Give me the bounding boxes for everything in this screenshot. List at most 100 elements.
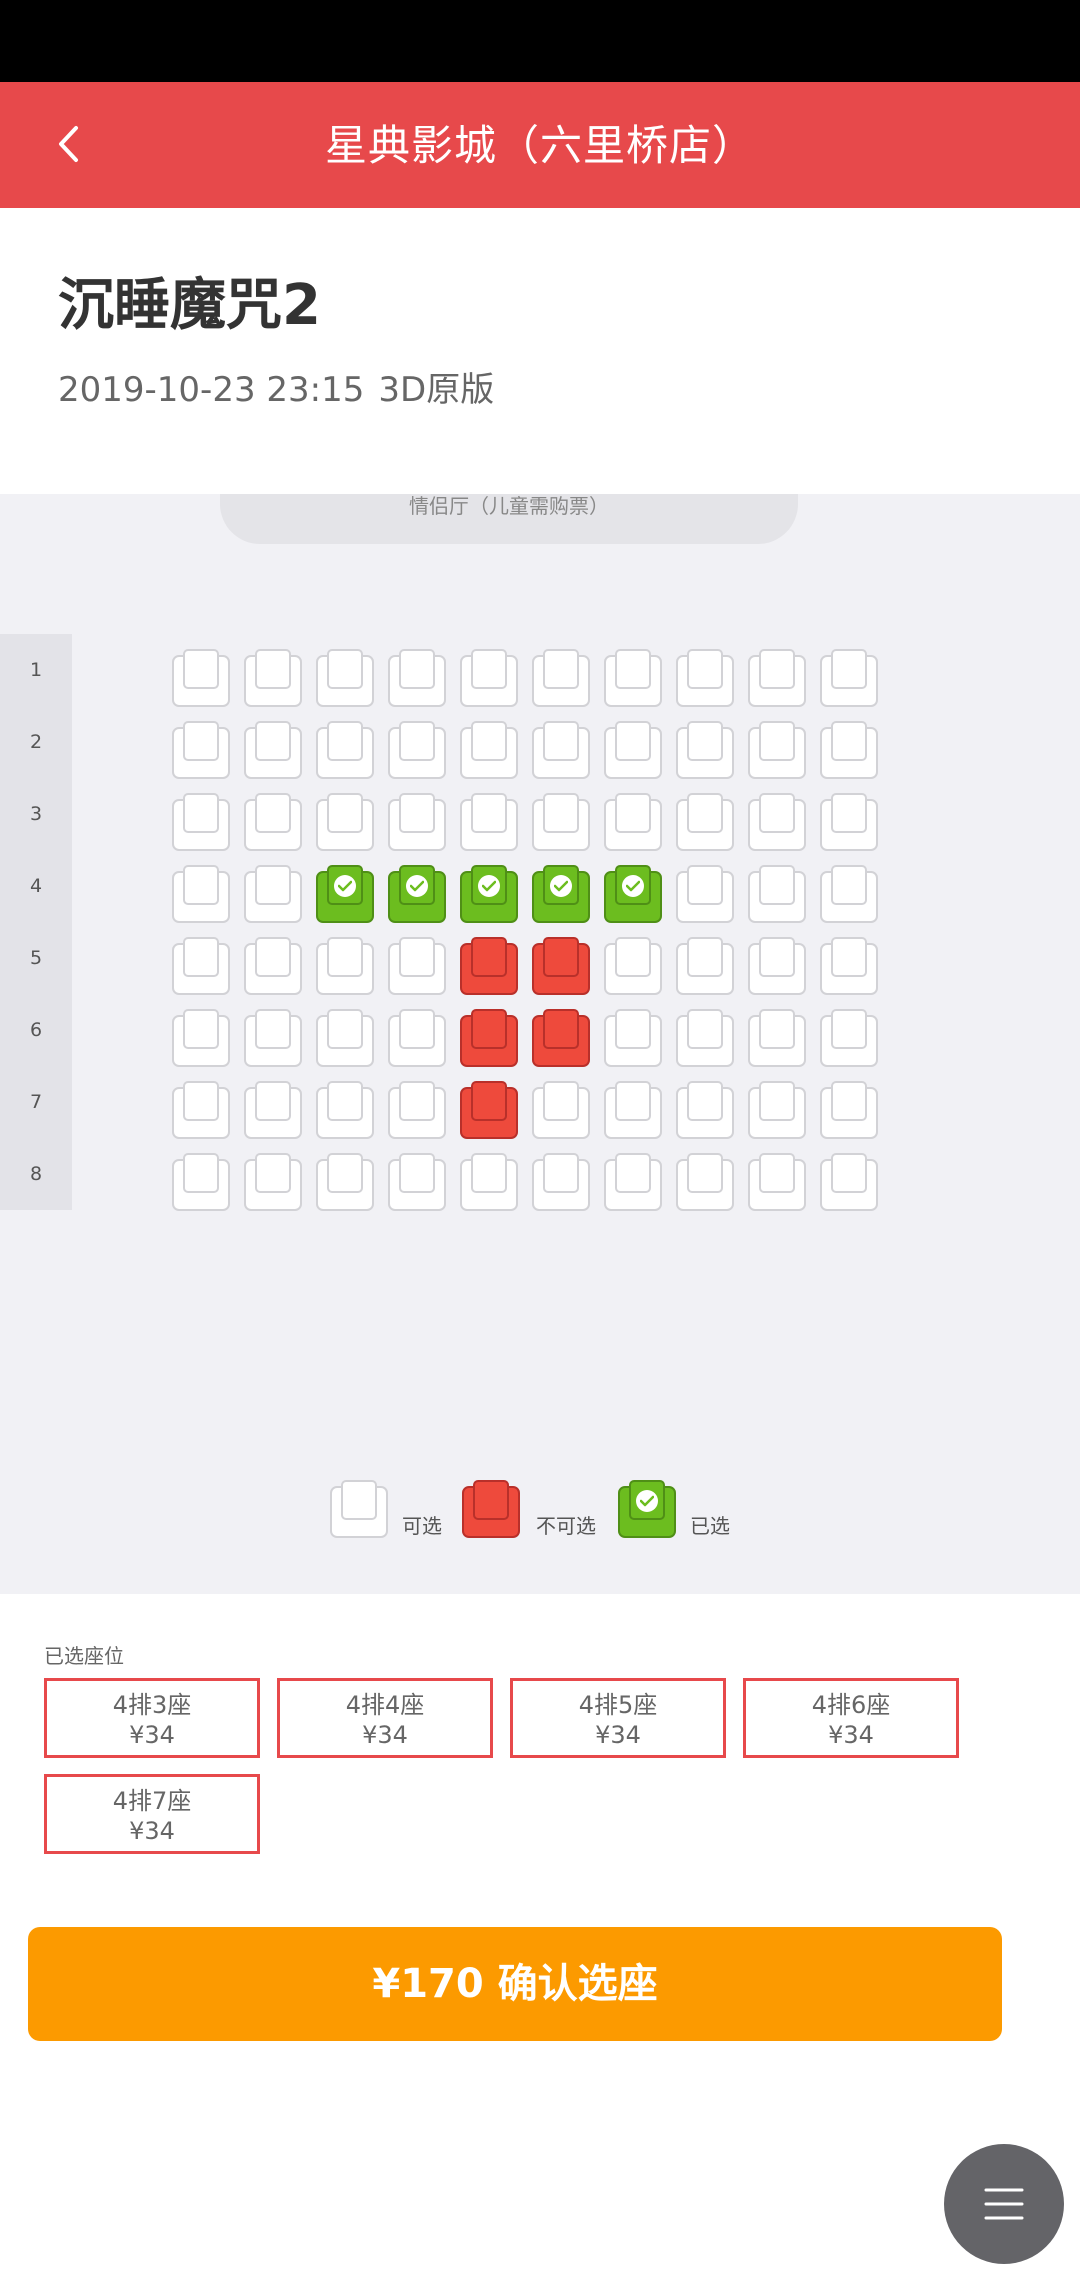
seat-available[interactable]: [316, 649, 374, 707]
seat-available[interactable]: [460, 721, 518, 779]
page-title: 星典影城（六里桥店）: [324, 121, 755, 170]
seat-available[interactable]: [820, 1081, 878, 1139]
seat-available[interactable]: [532, 1153, 590, 1211]
seat-available[interactable]: [244, 1081, 302, 1139]
seat-available[interactable]: [820, 1009, 878, 1067]
seat-available[interactable]: [748, 649, 806, 707]
seat-available[interactable]: [244, 865, 302, 923]
selected-seat-ticket[interactable]: 4排3座 ¥34: [44, 1678, 260, 1758]
seat-available[interactable]: [748, 793, 806, 851]
seat-available[interactable]: [244, 1153, 302, 1211]
ticket-price: ¥34: [129, 1721, 175, 1749]
seat-available[interactable]: [316, 937, 374, 995]
seat-available[interactable]: [460, 649, 518, 707]
seat-available[interactable]: [172, 1009, 230, 1067]
seat-available[interactable]: [676, 1009, 734, 1067]
seat-available[interactable]: [748, 1153, 806, 1211]
seat-sold: [532, 1009, 590, 1067]
seat-available[interactable]: [604, 793, 662, 851]
seat-available[interactable]: [388, 793, 446, 851]
row-number: 8: [29, 1163, 43, 1185]
selected-seats-panel: 已选座位 4排3座 ¥34 4排4座 ¥34 4排5座 ¥34 4排6座 ¥34 4排7座 ¥34: [0, 1594, 1080, 1894]
seat-selected[interactable]: [532, 865, 590, 923]
seat-available[interactable]: [820, 649, 878, 707]
seat-available[interactable]: [172, 793, 230, 851]
seat-available[interactable]: [244, 793, 302, 851]
selected-seat-ticket[interactable]: 4排7座 ¥34: [44, 1774, 260, 1854]
selected-seat-ticket[interactable]: 4排5座 ¥34: [510, 1678, 726, 1758]
movie-format: 3D原版: [378, 370, 495, 410]
seat-available[interactable]: [316, 1009, 374, 1067]
seat-available[interactable]: [172, 1081, 230, 1139]
ticket-price: ¥34: [595, 1721, 641, 1749]
seat-available[interactable]: [604, 1081, 662, 1139]
seat-available[interactable]: [244, 721, 302, 779]
seat-available[interactable]: [172, 721, 230, 779]
seat-available[interactable]: [388, 1081, 446, 1139]
selected-seat-ticket[interactable]: 4排4座 ¥34: [277, 1678, 493, 1758]
seat-sold: [532, 937, 590, 995]
seat-available[interactable]: [316, 1081, 374, 1139]
legend-selected-seat-icon: [618, 1480, 676, 1538]
seat-selected[interactable]: [388, 865, 446, 923]
selected-seat-ticket[interactable]: 4排6座 ¥34: [743, 1678, 959, 1758]
legend-available-label: 可选: [402, 1514, 442, 1538]
seat-available[interactable]: [676, 937, 734, 995]
seat-available[interactable]: [676, 793, 734, 851]
seat-available[interactable]: [532, 793, 590, 851]
seat-available[interactable]: [316, 721, 374, 779]
seat-selected[interactable]: [460, 865, 518, 923]
seat-available[interactable]: [820, 793, 878, 851]
movie-info: 沉睡魔咒2 2019-10-23 23:15 3D原版: [0, 208, 1080, 494]
seat-available[interactable]: [388, 1153, 446, 1211]
check-icon: [622, 875, 644, 897]
seat-available[interactable]: [748, 865, 806, 923]
seat-selected[interactable]: [604, 865, 662, 923]
seat-available[interactable]: [676, 1153, 734, 1211]
movie-title: 沉睡魔咒2: [58, 273, 321, 338]
row-number: 5: [29, 947, 43, 969]
seat-available[interactable]: [388, 649, 446, 707]
seat-available[interactable]: [748, 1081, 806, 1139]
seat-available[interactable]: [820, 865, 878, 923]
seat-available[interactable]: [388, 937, 446, 995]
seat-available[interactable]: [172, 1153, 230, 1211]
row-number: 1: [29, 659, 43, 681]
seat-available[interactable]: [676, 721, 734, 779]
seat-available[interactable]: [316, 793, 374, 851]
seat-available[interactable]: [172, 937, 230, 995]
seat-available[interactable]: [604, 1153, 662, 1211]
seat-available[interactable]: [532, 721, 590, 779]
seat-available[interactable]: [748, 1009, 806, 1067]
confirm-seat-button[interactable]: ¥170 确认选座: [28, 1927, 1002, 2041]
seat-available[interactable]: [604, 721, 662, 779]
seat-available[interactable]: [532, 649, 590, 707]
seat-available[interactable]: [820, 1153, 878, 1211]
seat-available[interactable]: [676, 865, 734, 923]
seat-available[interactable]: [172, 865, 230, 923]
seat-available[interactable]: [244, 649, 302, 707]
seat-available[interactable]: [172, 649, 230, 707]
seat-available[interactable]: [604, 1009, 662, 1067]
seat-available[interactable]: [676, 649, 734, 707]
row-number: 2: [29, 731, 43, 753]
seat-selected[interactable]: [316, 865, 374, 923]
row-number: 4: [29, 875, 43, 897]
row-number: 7: [29, 1091, 43, 1113]
seat-available[interactable]: [820, 937, 878, 995]
seat-available[interactable]: [604, 649, 662, 707]
seat-available[interactable]: [748, 721, 806, 779]
floating-menu-button[interactable]: [944, 2144, 1064, 2264]
seat-available[interactable]: [316, 1153, 374, 1211]
seat-available[interactable]: [388, 1009, 446, 1067]
seat-available[interactable]: [460, 793, 518, 851]
seat-available[interactable]: [748, 937, 806, 995]
seat-available[interactable]: [820, 721, 878, 779]
seat-available[interactable]: [460, 1153, 518, 1211]
seat-available[interactable]: [244, 1009, 302, 1067]
seat-available[interactable]: [532, 1081, 590, 1139]
seat-available[interactable]: [244, 937, 302, 995]
seat-available[interactable]: [604, 937, 662, 995]
seat-available[interactable]: [388, 721, 446, 779]
seat-available[interactable]: [676, 1081, 734, 1139]
